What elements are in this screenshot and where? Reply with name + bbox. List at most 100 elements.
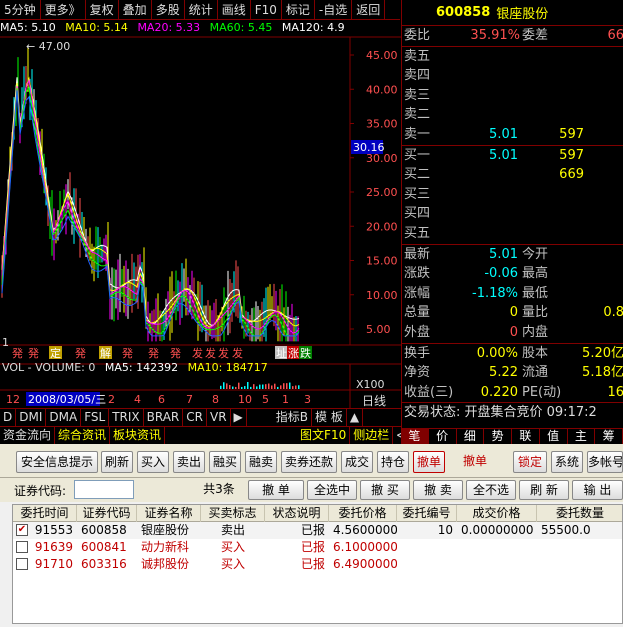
tb-f10[interactable]: F10	[251, 0, 282, 20]
tb-multi-stock[interactable]: 多股	[152, 0, 185, 20]
btn-sell-repay[interactable]: 卖券还款	[281, 451, 337, 473]
kline-chart[interactable]: 45.0040.0035.0030.0025.0020.0015.0010.00…	[0, 20, 401, 408]
table-row[interactable]: ✔91553600858银座股份卖出已报4.56000000100.000000…	[13, 522, 622, 539]
buy-label: 买三	[404, 186, 431, 202]
btn-cancel-tab[interactable]: 撤单	[413, 451, 445, 473]
ind-tab-dmi[interactable]: DMI	[16, 409, 47, 426]
code-input[interactable]	[74, 480, 134, 499]
date-tick-label: 12	[6, 393, 20, 406]
btn-deselect-all[interactable]: 全不选	[466, 480, 516, 500]
sell-row[interactable]: 卖一 5.01 597	[402, 125, 623, 145]
btn-security-notice[interactable]: 安全信息提示	[16, 451, 98, 473]
qtab-link[interactable]: 联	[512, 429, 540, 444]
sell-row[interactable]: 卖五	[402, 47, 623, 67]
date-tick-label: 7	[186, 393, 193, 406]
buy-row[interactable]: 买二 669	[402, 165, 623, 185]
th-price[interactable]: 委托价格	[329, 505, 397, 522]
table-row[interactable]: 91710 603316 诚邦股份 买入 已报 6.49000000	[13, 556, 622, 573]
ind-tab-indicator-b[interactable]: 指标B	[273, 409, 313, 426]
th-qty[interactable]: 委托数量	[537, 505, 622, 522]
btn-system[interactable]: 系统	[551, 451, 583, 473]
sell-row[interactable]: 卖四	[402, 66, 623, 86]
th-status[interactable]: 状态说明	[265, 505, 329, 522]
tab-f10[interactable]: 图文F10	[297, 427, 351, 444]
ind-tab-template[interactable]: 模 板	[312, 409, 347, 426]
stat-value: 0.8	[603, 305, 623, 321]
th-side[interactable]: 买卖标志	[201, 505, 265, 522]
ind-tab-dma[interactable]: DMA	[46, 409, 82, 426]
ind-tab-d[interactable]: D	[0, 409, 17, 426]
th-deal-price[interactable]: 成交价格	[457, 505, 537, 522]
volume-bar	[253, 384, 255, 389]
btn-deals[interactable]: 成交	[341, 451, 373, 473]
qtab-value[interactable]: 值	[540, 429, 568, 444]
stat-row-change: 涨跌 -0.06 最高	[402, 264, 623, 284]
sell-price: 5.01	[489, 126, 518, 142]
btn-buy[interactable]: 买入	[137, 451, 169, 473]
volume-bar	[223, 382, 225, 389]
tb-overlay[interactable]: 叠加	[119, 0, 152, 20]
ind-tab-fsl[interactable]: FSL	[81, 409, 110, 426]
info-tabs: 资金流向 综合资讯 板块资讯 图文F10 侧边栏 ≪	[0, 426, 413, 444]
qtab-tick[interactable]: 笔	[401, 429, 429, 444]
btn-positions[interactable]: 持仓	[377, 451, 409, 473]
tb-period[interactable]: 5分钟	[0, 0, 41, 20]
fin-value: 5.18亿	[582, 365, 623, 381]
ind-tab-next-icon[interactable]: ▶	[231, 409, 247, 426]
sell-row[interactable]: 卖二	[402, 105, 623, 125]
tb-restore-rights[interactable]: 复权	[86, 0, 119, 20]
th-order-no[interactable]: 委托编号	[397, 505, 457, 522]
qtab-trend[interactable]: 势	[484, 429, 512, 444]
qtab-chips[interactable]: 筹	[595, 429, 623, 444]
btn-margin-sell[interactable]: 融卖	[245, 451, 277, 473]
btn-export[interactable]: 输 出	[572, 480, 623, 500]
ind-tab-brar[interactable]: BRAR	[144, 409, 184, 426]
ind-tab-trix[interactable]: TRIX	[109, 409, 144, 426]
tb-draw-line[interactable]: 画线	[218, 0, 251, 20]
btn-cancel-order[interactable]: 撤单	[449, 451, 501, 473]
btn-refresh[interactable]: 刷新	[101, 451, 133, 473]
fin-row-eps: 收益(三) 0.220 PE(动) 16	[402, 383, 623, 403]
tab-general-info[interactable]: 综合资讯	[55, 427, 111, 444]
buy-row[interactable]: 买一 5.01 597	[402, 146, 623, 166]
sell-row[interactable]: 卖三	[402, 86, 623, 106]
cell-deal	[457, 556, 537, 573]
th-time[interactable]: 委托时间	[13, 505, 77, 522]
tab-sidebar[interactable]: 侧边栏	[350, 427, 394, 444]
tb-more[interactable]: 更多》	[41, 0, 86, 20]
tab-sector-info[interactable]: 板块资讯	[110, 427, 166, 444]
btn-cancel-selected[interactable]: 撤 单	[248, 480, 304, 500]
table-row[interactable]: 91639 600841 动力新科 买入 已报 6.10000000	[13, 539, 622, 556]
tab-capital-flow[interactable]: 资金流向	[0, 427, 56, 444]
tb-back[interactable]: 返回	[352, 0, 386, 20]
fin-label: 换手	[404, 345, 431, 361]
tb-statistics[interactable]: 统计	[185, 0, 218, 20]
qtab-main[interactable]: 主	[568, 429, 596, 444]
btn-refresh-list[interactable]: 刷 新	[519, 480, 569, 500]
th-code[interactable]: 证券代码	[77, 505, 137, 522]
buy-row[interactable]: 买三	[402, 185, 623, 205]
th-name[interactable]: 证券名称	[137, 505, 201, 522]
volume-bar	[274, 383, 276, 389]
ind-tab-cr[interactable]: CR	[183, 409, 207, 426]
qtab-price[interactable]: 价	[429, 429, 457, 444]
buy-row[interactable]: 买四	[402, 204, 623, 224]
ind-tab-up-icon[interactable]: ▲	[347, 409, 364, 426]
btn-sell[interactable]: 卖出	[173, 451, 205, 473]
qtab-detail[interactable]: 细	[457, 429, 485, 444]
btn-select-all[interactable]: 全选中	[307, 480, 357, 500]
btn-multi-account[interactable]: 多帐号	[587, 451, 623, 473]
volume-bar	[220, 385, 222, 389]
buy-row[interactable]: 买五	[402, 224, 623, 244]
btn-cancel-buys[interactable]: 撤 买	[360, 480, 410, 500]
ind-tab-vr[interactable]: VR	[207, 409, 231, 426]
tb-mark[interactable]: 标记	[282, 0, 315, 20]
event-marker: 发	[192, 346, 203, 360]
tb-self-select[interactable]: -自选	[315, 0, 353, 20]
cell-qty	[537, 539, 622, 556]
btn-lock[interactable]: 锁定	[513, 451, 547, 473]
btn-cancel-sells[interactable]: 撤 卖	[413, 480, 463, 500]
period-label[interactable]: 日线	[362, 394, 386, 408]
btn-margin-buy[interactable]: 融买	[209, 451, 241, 473]
cell-code: 603316	[81, 557, 127, 571]
